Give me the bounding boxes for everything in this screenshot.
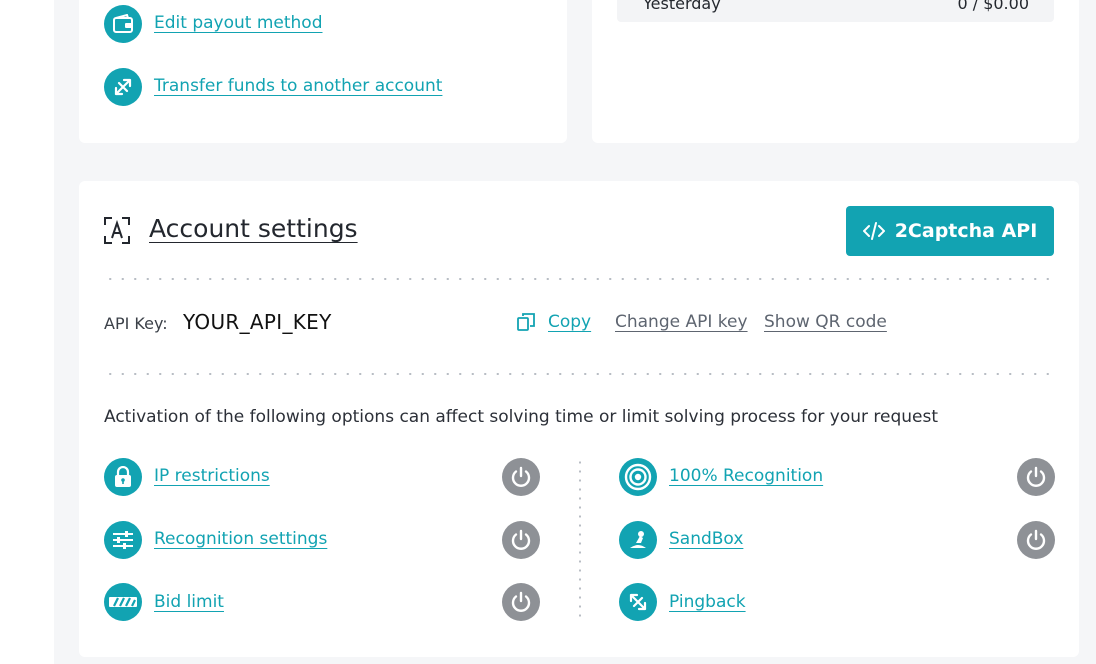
ip-restrictions-toggle[interactable] [502,458,540,496]
section-title: Account settings [149,214,358,243]
full-recognition-toggle[interactable] [1017,458,1055,496]
sandbox-link[interactable]: SandBox [669,529,743,549]
transfer-funds-link[interactable]: Transfer funds to another account [154,76,442,96]
recognition-settings-link[interactable]: Recognition settings [154,529,327,549]
api-button-label: 2Captcha API [894,220,1038,242]
payout-card [79,0,567,143]
ip-restrictions-link[interactable]: IP restrictions [154,466,270,486]
power-icon [1026,466,1046,487]
power-icon [1026,529,1046,550]
api-key-value: YOUR_API_KEY [183,310,332,334]
bid-limit-toggle[interactable] [502,583,540,621]
divider [104,278,1054,280]
show-qr-code-link[interactable]: Show QR code [764,312,887,332]
target-icon [619,458,657,496]
wallet-icon [104,5,142,43]
column-divider [579,458,581,622]
stat-value: 0 / $0.00 [957,0,1029,13]
transfer-icon [104,68,142,106]
power-icon [511,466,531,487]
power-icon [511,591,531,612]
options-notice: Activation of the following options can … [104,407,939,427]
full-recognition-link[interactable]: 100% Recognition [669,466,823,486]
stat-label: Yesterday [643,0,721,13]
bid-limit-link[interactable]: Bid limit [154,592,224,612]
edit-payout-link[interactable]: Edit payout method [154,13,323,33]
sandbox-toggle[interactable] [1017,521,1055,559]
2captcha-api-button[interactable]: 2Captcha API [846,206,1054,256]
recognition-settings-toggle[interactable] [502,521,540,559]
code-icon [862,221,885,241]
change-api-key-link[interactable]: Change API key [615,312,748,332]
sliders-icon [104,521,142,559]
pingback-icon [619,583,657,621]
copy-button[interactable]: Copy [548,312,591,332]
stats-row-yesterday: Yesterday 0 / $0.00 [617,0,1054,22]
api-key-label: API Key: [104,314,168,333]
account-scan-icon [104,217,130,244]
sandbox-icon [619,521,657,559]
power-icon [511,529,531,550]
divider [104,373,1054,375]
bid-limit-icon [104,583,142,621]
pingback-link[interactable]: Pingback [669,592,746,612]
copy-icon[interactable] [517,313,535,335]
lock-icon [104,458,142,496]
